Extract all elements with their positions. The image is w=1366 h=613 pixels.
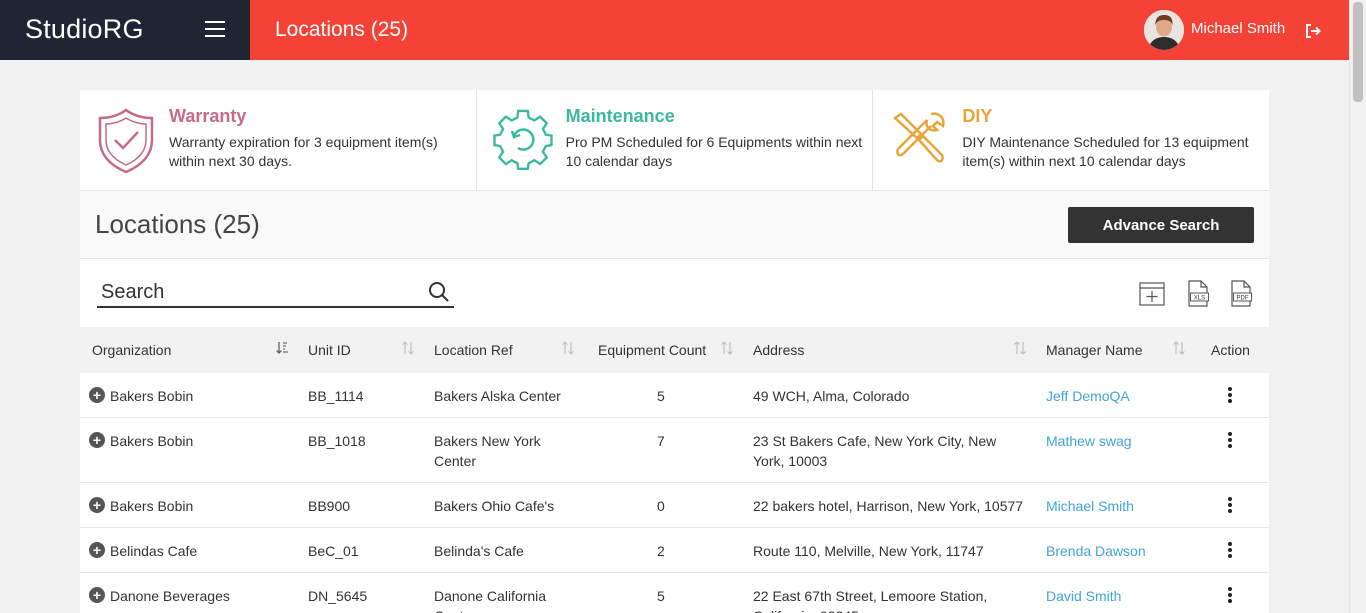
cell-address: 22 East 67th Street, Lemoore Station, Ca… xyxy=(753,588,988,613)
shield-icon xyxy=(98,108,154,174)
panel-title: Locations (25) xyxy=(95,209,260,239)
add-location-icon[interactable] xyxy=(1138,279,1166,309)
sort-icon[interactable] xyxy=(402,341,414,355)
logout-icon[interactable] xyxy=(1304,22,1322,40)
brand-area: StudioRG xyxy=(0,0,250,60)
cell-unit-id: BB900 xyxy=(308,498,351,514)
card-text: DIY Maintenance Scheduled for 13 equipme… xyxy=(962,134,1249,169)
table-row[interactable]: + Bakers Bobin BB900 Bakers Ohio Cafe's … xyxy=(80,483,1269,528)
pdf-label: PDF xyxy=(1237,296,1249,302)
card-text: Warranty expiration for 3 equipment item… xyxy=(169,134,438,169)
column-organization[interactable]: Organization xyxy=(92,342,171,358)
sort-icon[interactable] xyxy=(1173,341,1185,355)
column-action: Action xyxy=(1211,342,1250,358)
tools-icon xyxy=(893,112,945,163)
cell-organization: Belindas Cafe xyxy=(110,543,198,559)
locations-panel: Locations (25) Advance Search XLS PDF Or… xyxy=(80,191,1269,613)
table-header: Organization Unit ID Location Ref Equipm… xyxy=(80,327,1269,373)
cell-organization: Bakers Bobin xyxy=(110,498,194,514)
cell-address: Route 110, Melville, New York, 11747 xyxy=(753,543,984,559)
pdf-export-icon[interactable]: PDF xyxy=(1227,279,1255,309)
column-unit-id[interactable]: Unit ID xyxy=(308,342,351,358)
cell-unit-id: DN_5645 xyxy=(308,588,368,604)
cell-equipment-count: 7 xyxy=(657,433,665,449)
cell-location-ref: Bakers Ohio Cafe's xyxy=(434,498,555,514)
cell-address: 23 St Bakers Cafe, New York City, New Yo… xyxy=(753,433,997,469)
cell-manager-link[interactable]: Brenda Dawson xyxy=(1046,541,1146,561)
column-manager-name[interactable]: Manager Name xyxy=(1046,342,1143,358)
table-row[interactable]: + Belindas Cafe BeC_01 Belinda's Cafe 2 … xyxy=(80,528,1269,573)
cell-equipment-count: 5 xyxy=(657,588,665,604)
expand-row-icon[interactable]: + xyxy=(89,387,105,403)
expand-row-icon[interactable]: + xyxy=(89,432,105,448)
expand-row-icon[interactable]: + xyxy=(89,542,105,558)
column-address[interactable]: Address xyxy=(753,342,804,358)
advance-search-button[interactable]: Advance Search xyxy=(1068,207,1254,243)
cell-equipment-count: 0 xyxy=(657,498,665,514)
cell-organization: Danone Beverages xyxy=(110,588,230,604)
diy-card[interactable]: DIY DIY Maintenance Scheduled for 13 equ… xyxy=(873,90,1269,190)
cell-manager-link[interactable]: Jeff DemoQA xyxy=(1046,386,1130,406)
card-text: Pro PM Scheduled for 6 Equipments within… xyxy=(565,134,863,169)
avatar[interactable] xyxy=(1144,10,1184,50)
cell-location-ref: Danone California Center xyxy=(434,588,547,613)
sort-icon[interactable] xyxy=(1014,341,1026,355)
menu-icon[interactable] xyxy=(205,21,225,39)
sort-icon[interactable] xyxy=(562,341,574,355)
cell-manager-link[interactable]: Michael Smith xyxy=(1046,496,1134,516)
cell-manager-link[interactable]: Mathew swag xyxy=(1046,431,1132,451)
panel-header: Locations (25) Advance Search xyxy=(80,191,1269,259)
sort-ascending-icon[interactable] xyxy=(276,341,288,355)
expand-row-icon[interactable]: + xyxy=(89,587,105,603)
warranty-card[interactable]: Warranty Warranty expiration for 3 equip… xyxy=(80,90,477,190)
cell-unit-id: BB_1114 xyxy=(308,388,364,404)
sort-icon[interactable] xyxy=(721,341,733,355)
cell-organization: Bakers Bobin xyxy=(110,433,194,449)
more-actions-icon[interactable] xyxy=(1225,387,1235,403)
scrollbar[interactable] xyxy=(1349,0,1366,613)
more-actions-icon[interactable] xyxy=(1225,432,1235,448)
cell-manager-link[interactable]: David Smith xyxy=(1046,586,1121,606)
search-box xyxy=(97,278,454,308)
brand-logo[interactable]: StudioRG xyxy=(25,14,144,45)
maintenance-card[interactable]: Maintenance Pro PM Scheduled for 6 Equip… xyxy=(477,90,874,190)
cell-location-ref: Bakers Alska Center xyxy=(434,388,561,404)
more-actions-icon[interactable] xyxy=(1225,542,1235,558)
card-title: Maintenance xyxy=(565,106,675,126)
cell-equipment-count: 2 xyxy=(657,543,665,559)
search-input[interactable] xyxy=(101,278,411,306)
expand-row-icon[interactable]: + xyxy=(89,497,105,513)
gear-icon xyxy=(492,109,553,171)
top-bar: StudioRG Locations (25) Michael Smith xyxy=(0,0,1349,60)
xls-export-icon[interactable]: XLS xyxy=(1184,279,1212,309)
user-name[interactable]: Michael Smith xyxy=(1191,20,1285,37)
more-actions-icon[interactable] xyxy=(1225,497,1235,513)
cell-address: 22 bakers hotel, Harrison, New York, 105… xyxy=(753,498,1024,514)
more-actions-icon[interactable] xyxy=(1225,587,1235,603)
search-icon[interactable] xyxy=(428,281,450,303)
card-title: Warranty xyxy=(169,106,247,126)
summary-cards: Warranty Warranty expiration for 3 equip… xyxy=(80,90,1269,191)
column-location-ref[interactable]: Location Ref xyxy=(434,342,513,358)
table-row[interactable]: + Danone Beverages DN_5645 Danone Califo… xyxy=(80,573,1269,613)
table-row[interactable]: + Bakers Bobin BB_1114 Bakers Alska Cent… xyxy=(80,373,1269,418)
column-equipment-count[interactable]: Equipment Count xyxy=(598,342,706,358)
cell-address: 49 WCH, Alma, Colorado xyxy=(753,388,910,404)
scroll-thumb[interactable] xyxy=(1353,2,1363,102)
cell-unit-id: BB_1018 xyxy=(308,433,366,449)
cell-equipment-count: 5 xyxy=(657,388,665,404)
card-title: DIY xyxy=(962,106,993,126)
cell-unit-id: BeC_01 xyxy=(308,543,359,559)
table-row[interactable]: + Bakers Bobin BB_1018 Bakers New York C… xyxy=(80,418,1269,483)
cell-location-ref: Belinda's Cafe xyxy=(434,543,524,559)
page-title: Locations (25) xyxy=(275,18,409,41)
cell-location-ref: Bakers New York Center xyxy=(434,433,541,469)
cell-organization: Bakers Bobin xyxy=(110,388,194,404)
xls-label: XLS xyxy=(1194,296,1205,302)
